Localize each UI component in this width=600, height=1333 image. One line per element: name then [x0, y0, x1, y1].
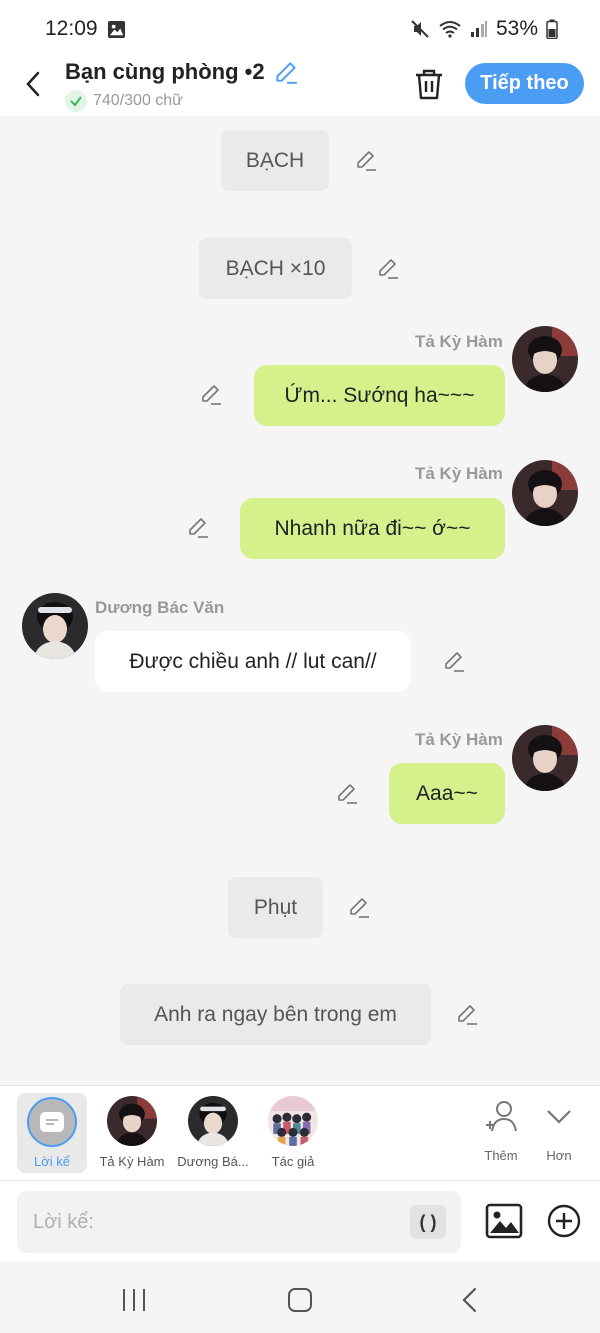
add-character-button[interactable]: Thêm	[476, 1098, 526, 1168]
character-item[interactable]: Tác giả	[253, 1096, 333, 1176]
back-icon	[26, 71, 40, 97]
wifi-icon	[439, 21, 461, 38]
edit-pencil-icon[interactable]	[186, 515, 210, 539]
narration-message[interactable]: BẠCH ×10	[199, 238, 352, 299]
edit-pencil-icon[interactable]	[354, 148, 378, 172]
edit-pencil-icon[interactable]	[347, 895, 371, 919]
speaker-name: Dương Bác Văn	[95, 598, 225, 617]
signal-icon	[470, 21, 487, 37]
speaker-name: Tả Kỳ Hàm	[415, 730, 503, 749]
chat-area: BẠCH BẠCH ×10 Tả Kỳ Hàm Ứm... Sướnq ha~~…	[0, 116, 600, 1085]
edit-pencil-icon[interactable]	[455, 1002, 479, 1026]
input-container: ( )	[17, 1191, 461, 1253]
character-label: Tác giả	[271, 1154, 315, 1169]
status-right-group: 53%	[410, 17, 558, 41]
character-item[interactable]: Dương Bá...	[173, 1096, 253, 1176]
speaker-name: Tả Kỳ Hàm	[415, 464, 503, 483]
narration-message[interactable]: Phụt	[228, 877, 323, 938]
story-title: Bạn cùng phòng •2	[65, 59, 265, 84]
chevron-down-icon	[547, 1110, 571, 1124]
message-bubble-other[interactable]: Được chiều anh // lut can//	[95, 631, 411, 692]
character-label: Tả Kỳ Hàm	[99, 1154, 165, 1169]
edit-pencil-icon[interactable]	[335, 781, 359, 805]
header: Bạn cùng phòng •2 740/300 chữ Tiếp theo	[0, 58, 600, 116]
input-bar: ( )	[0, 1180, 600, 1262]
word-count: 740/300 chữ	[93, 92, 183, 109]
speaker-name: Tả Kỳ Hàm	[415, 332, 503, 351]
title-area: Bạn cùng phòng •2 740/300 chữ	[65, 59, 299, 112]
plus-circle-icon[interactable]	[546, 1203, 582, 1239]
trash-icon[interactable]	[413, 67, 445, 101]
avatar[interactable]	[512, 725, 578, 791]
status-time: 12:09	[45, 17, 98, 40]
narration-input[interactable]	[33, 1205, 403, 1239]
image-icon[interactable]	[484, 1201, 524, 1241]
avatar[interactable]	[512, 326, 578, 392]
narration-icon	[27, 1097, 77, 1147]
avatar[interactable]	[512, 460, 578, 526]
edit-pencil-icon[interactable]	[199, 382, 223, 406]
parenthesis-button[interactable]: ( )	[410, 1205, 446, 1239]
home-icon[interactable]	[284, 1286, 316, 1314]
gallery-notification-icon	[107, 20, 126, 39]
battery-icon	[546, 19, 558, 39]
add-character-label: Thêm	[484, 1148, 518, 1163]
edit-title-icon[interactable]	[273, 59, 299, 85]
narrator-tab[interactable]: Lời kể	[17, 1093, 87, 1173]
back-button[interactable]	[18, 66, 48, 102]
edit-pencil-icon[interactable]	[442, 649, 466, 673]
message-bubble-self[interactable]: Aaa~~	[389, 763, 505, 824]
battery-percent: 53%	[495, 17, 538, 40]
message-bubble-self[interactable]: Ứm... Sướnq ha~~~	[254, 365, 505, 426]
nav-back-icon[interactable]	[455, 1286, 487, 1314]
avatar[interactable]	[22, 593, 88, 659]
avatar	[107, 1096, 157, 1146]
recents-icon[interactable]	[118, 1286, 150, 1314]
check-icon	[65, 90, 87, 112]
edit-pencil-icon[interactable]	[376, 256, 400, 280]
narrator-label: Lời kể	[34, 1154, 70, 1169]
system-nav-bar	[0, 1262, 600, 1333]
character-item[interactable]: Tả Kỳ Hàm	[92, 1096, 172, 1176]
more-button[interactable]: Hơn	[534, 1098, 584, 1168]
message-bubble-self[interactable]: Nhanh nữa đi~~ ớ~~	[240, 498, 505, 559]
author-avatar	[268, 1096, 318, 1146]
narration-message[interactable]: Anh ra ngay bên trong em	[120, 984, 431, 1045]
next-button[interactable]: Tiếp theo	[465, 63, 584, 104]
more-label: Hơn	[546, 1148, 572, 1163]
add-person-icon	[486, 1101, 517, 1132]
narration-message[interactable]: BẠCH	[221, 130, 329, 191]
mute-icon	[411, 20, 429, 38]
status-bar: 12:09 53%	[0, 0, 600, 58]
character-label: Dương Bá...	[177, 1154, 249, 1169]
avatar	[188, 1096, 238, 1146]
character-selector: Lời kể Tả Kỳ Hàm Dương Bá... Tác giả Thê…	[0, 1085, 600, 1180]
